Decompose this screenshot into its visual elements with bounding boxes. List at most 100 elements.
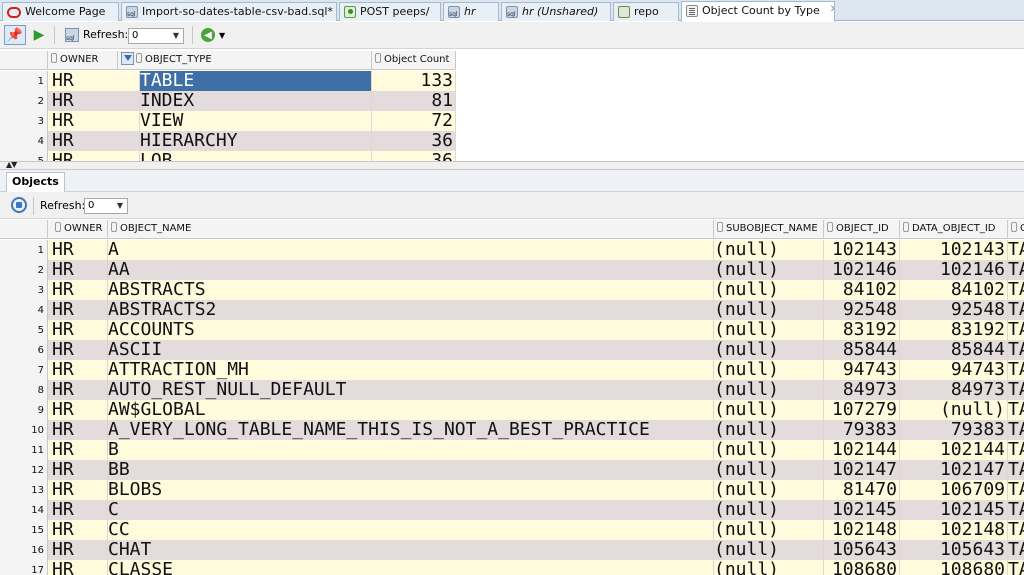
data-object-id-cell[interactable]: 92548 xyxy=(900,300,1008,320)
object-type-cell[interactable]: TA xyxy=(1008,340,1024,360)
object-name-cell[interactable]: ABSTRACTS xyxy=(108,280,714,300)
table-row[interactable]: 2HRAA(null)102146102146TA xyxy=(0,260,1024,280)
object-id-cell[interactable]: 92548 xyxy=(824,300,900,320)
table-row[interactable]: 15HRCC(null)102148102148TA xyxy=(0,520,1024,540)
owner-cell[interactable]: HR xyxy=(52,380,108,400)
column-header-owner[interactable]: OWNER xyxy=(52,220,108,238)
table-row[interactable]: 5HRACCOUNTS(null)8319283192TA xyxy=(0,320,1024,340)
table-row[interactable]: 14HRC(null)102145102145TA xyxy=(0,500,1024,520)
data-object-id-cell[interactable]: 102146 xyxy=(900,260,1008,280)
object-type-cell[interactable]: INDEX xyxy=(140,91,372,111)
subobject-name-cell[interactable]: (null) xyxy=(714,380,824,400)
object-name-cell[interactable]: ABSTRACTS2 xyxy=(108,300,714,320)
object-id-cell[interactable]: 102145 xyxy=(824,500,900,520)
subobject-name-cell[interactable]: (null) xyxy=(714,400,824,420)
subobject-name-cell[interactable]: (null) xyxy=(714,500,824,520)
back-arrow-icon[interactable]: ◀ xyxy=(201,28,215,42)
data-object-id-cell[interactable]: 102144 xyxy=(900,440,1008,460)
refresh-icon[interactable] xyxy=(11,197,27,213)
table-row[interactable]: 10 HR A_VERY_LONG_TABLE_NAME_THIS_IS_NOT_A… xyxy=(0,420,1024,440)
object-count-cell[interactable]: 81 xyxy=(372,91,456,111)
subobject-name-cell[interactable]: (null) xyxy=(714,520,824,540)
object-name-cell[interactable]: AA xyxy=(108,260,714,280)
table-row[interactable]: 12HRBB(null)102147102147TA xyxy=(0,460,1024,480)
object-type-cell[interactable]: HIERARCHY xyxy=(140,131,372,151)
table-row[interactable]: 13HRBLOBS(null)81470106709TA xyxy=(0,480,1024,500)
object-count-cell[interactable]: 133 xyxy=(372,71,456,91)
subobject-name-cell[interactable]: (null) xyxy=(714,360,824,380)
object-type-cell[interactable]: TA xyxy=(1008,460,1024,480)
tab-welcome-page[interactable]: Welcome Page xyxy=(2,2,119,21)
object-name-cell[interactable]: ACCOUNTS xyxy=(108,320,714,340)
collapse-arrows-icon[interactable]: ▲▼ xyxy=(6,160,17,169)
object-type-cell[interactable]: TA xyxy=(1008,440,1024,460)
filter-icon[interactable] xyxy=(121,52,134,65)
table-row[interactable]: 8 HR AUTO_REST_NULL_DEFAULT (null) 84973 8497… xyxy=(0,380,1024,400)
object-id-cell[interactable]: 102146 xyxy=(824,260,900,280)
object-id-cell[interactable]: 107279 xyxy=(824,400,900,420)
object-count-cell[interactable]: 36 xyxy=(372,151,456,161)
table-row[interactable]: 5 HR LOB 36 xyxy=(0,151,456,161)
object-id-cell[interactable]: 83192 xyxy=(824,320,900,340)
data-object-id-cell[interactable]: 84102 xyxy=(900,280,1008,300)
owner-cell[interactable]: HR xyxy=(52,71,140,91)
data-object-id-cell[interactable]: 102143 xyxy=(900,240,1008,260)
data-object-id-cell[interactable]: 83192 xyxy=(900,320,1008,340)
object-name-cell[interactable]: ATTRACTION_MH xyxy=(108,360,714,380)
column-header-data-object-id[interactable]: DATA_OBJECT_ID xyxy=(900,220,1008,238)
object-type-cell[interactable]: TA xyxy=(1008,400,1024,420)
object-name-cell[interactable]: BLOBS xyxy=(108,480,714,500)
owner-cell[interactable]: HR xyxy=(52,420,108,440)
run-button[interactable]: ▶ xyxy=(30,25,48,45)
subobject-name-cell[interactable]: (null) xyxy=(714,240,824,260)
owner-cell[interactable]: HR xyxy=(52,340,108,360)
tab-repo[interactable]: repo xyxy=(613,2,679,21)
tab-hr[interactable]: hr xyxy=(443,2,499,21)
object-name-cell[interactable]: AW$GLOBAL xyxy=(108,400,714,420)
object-name-cell[interactable]: CC xyxy=(108,520,714,540)
table-row[interactable]: 6HRASCII(null)8584485844TA xyxy=(0,340,1024,360)
table-row[interactable]: 3HRABSTRACTS(null)8410284102TA xyxy=(0,280,1024,300)
object-id-cell[interactable]: 102147 xyxy=(824,460,900,480)
chevron-down-icon[interactable]: ▼ xyxy=(219,31,225,40)
column-header-object-type[interactable]: O xyxy=(1008,220,1024,238)
object-type-cell[interactable]: TA xyxy=(1008,260,1024,280)
owner-cell[interactable]: HR xyxy=(52,460,108,480)
tab-objects[interactable]: Objects xyxy=(6,172,65,192)
column-header-object-type[interactable]: OBJECT_TYPE xyxy=(118,51,372,69)
data-object-id-cell[interactable]: 102148 xyxy=(900,520,1008,540)
object-name-cell[interactable]: C xyxy=(108,500,714,520)
table-row[interactable]: 16HRCHAT(null)105643105643TA xyxy=(0,540,1024,560)
data-object-id-cell[interactable]: 84973 xyxy=(900,380,1008,400)
owner-cell[interactable]: HR xyxy=(52,151,140,161)
subobject-name-cell[interactable]: (null) xyxy=(714,280,824,300)
data-object-id-cell[interactable]: 85844 xyxy=(900,340,1008,360)
object-type-cell[interactable]: TA xyxy=(1008,360,1024,380)
table-row[interactable]: 4HRABSTRACTS2(null)9254892548TA xyxy=(0,300,1024,320)
table-row[interactable]: 2 HR INDEX 81 xyxy=(0,91,456,111)
object-type-cell[interactable]: TA xyxy=(1008,420,1024,440)
subobject-name-cell[interactable]: (null) xyxy=(714,320,824,340)
column-header-object-id[interactable]: OBJECT_ID xyxy=(824,220,900,238)
table-row[interactable]: 3 HR VIEW 72 xyxy=(0,111,456,131)
data-object-id-cell[interactable]: 79383 xyxy=(900,420,1008,440)
data-object-id-cell[interactable]: 105643 xyxy=(900,540,1008,560)
table-row[interactable]: 1HRA(null)102143102143TA xyxy=(0,240,1024,260)
owner-cell[interactable]: HR xyxy=(52,400,108,420)
owner-cell[interactable]: HR xyxy=(52,480,108,500)
table-row[interactable]: 17HRCLASSE(null)108680108680TA xyxy=(0,560,1024,575)
object-name-cell[interactable]: A xyxy=(108,240,714,260)
data-object-id-cell[interactable]: 108680 xyxy=(900,560,1008,575)
object-type-cell[interactable]: TA xyxy=(1008,540,1024,560)
subobject-name-cell[interactable]: (null) xyxy=(714,300,824,320)
tab-post-peeps[interactable]: POST peeps/ xyxy=(339,2,441,21)
data-object-id-cell[interactable]: 94743 xyxy=(900,360,1008,380)
object-id-cell[interactable]: 102144 xyxy=(824,440,900,460)
pin-button[interactable]: 📌 xyxy=(4,25,26,45)
owner-cell[interactable]: HR xyxy=(52,440,108,460)
owner-cell[interactable]: HR xyxy=(52,360,108,380)
object-count-cell[interactable]: 36 xyxy=(372,131,456,151)
subobject-name-cell[interactable]: (null) xyxy=(714,480,824,500)
data-object-id-cell[interactable]: (null) xyxy=(900,400,1008,420)
close-icon[interactable]: ✕ xyxy=(830,4,834,15)
